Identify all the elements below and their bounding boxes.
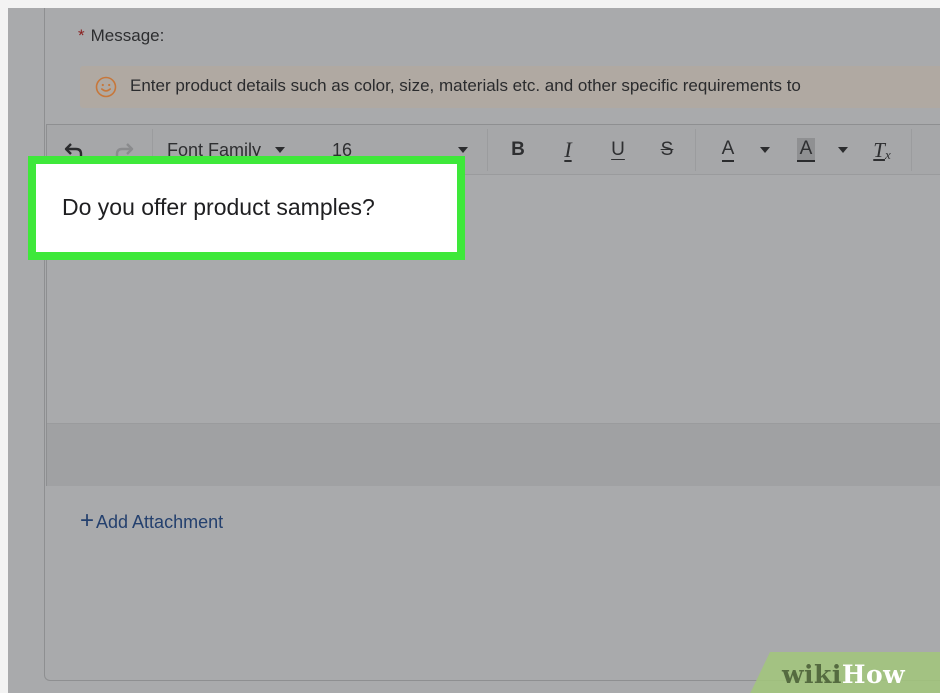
background-color-label: A [796, 138, 816, 162]
highlighted-editor-text-box[interactable]: Do you offer product samples? [28, 156, 465, 260]
add-attachment-link[interactable]: + Add Attachment [80, 507, 224, 534]
plus-icon: + [80, 507, 95, 534]
wikihow-logo: wikiHow [782, 660, 905, 689]
bold-label: B [511, 139, 525, 160]
hint-text: Enter product details such as color, siz… [130, 76, 801, 95]
message-label-text: Message: [90, 26, 165, 45]
bold-button[interactable]: B [503, 135, 533, 165]
underline-label: U [611, 139, 625, 160]
background-color-dropdown[interactable] [833, 135, 853, 165]
strikethrough-button[interactable]: S [652, 135, 682, 165]
chevron-down-icon [760, 147, 770, 153]
screenshot-stage: * Message: Enter product details such as … [0, 0, 940, 693]
required-asterisk: * [78, 26, 85, 45]
text-color-label: A [721, 138, 735, 162]
editor-footer [47, 423, 940, 486]
text-color-dropdown[interactable] [755, 135, 775, 165]
wikihow-watermark: wikiHow [746, 652, 940, 693]
italic-label: I [564, 137, 572, 162]
chevron-down-icon [458, 147, 468, 153]
chevron-down-icon [275, 147, 286, 153]
clear-formatting-label: T [873, 137, 885, 162]
toolbar-separator [911, 129, 912, 171]
toolbar-separator [695, 129, 696, 171]
clear-formatting-button[interactable]: Tx [867, 135, 897, 165]
background-color-button[interactable]: A [791, 135, 821, 165]
smiley-icon [95, 76, 117, 98]
add-attachment-label: Add Attachment [96, 511, 224, 532]
strikethrough-label: S [660, 139, 674, 160]
italic-button[interactable]: I [553, 135, 583, 165]
toolbar-separator [487, 129, 488, 171]
editor-message-text: Do you offer product samples? [62, 194, 375, 220]
chevron-down-icon [838, 147, 848, 153]
clear-formatting-sub: x [884, 147, 891, 162]
wikihow-logo-wiki: wiki [782, 660, 842, 689]
hint-banner: Enter product details such as color, siz… [80, 66, 940, 108]
message-label: * Message: [78, 26, 164, 46]
text-color-button[interactable]: A [713, 135, 743, 165]
wikihow-logo-how: How [841, 660, 906, 689]
underline-button[interactable]: U [603, 135, 633, 165]
